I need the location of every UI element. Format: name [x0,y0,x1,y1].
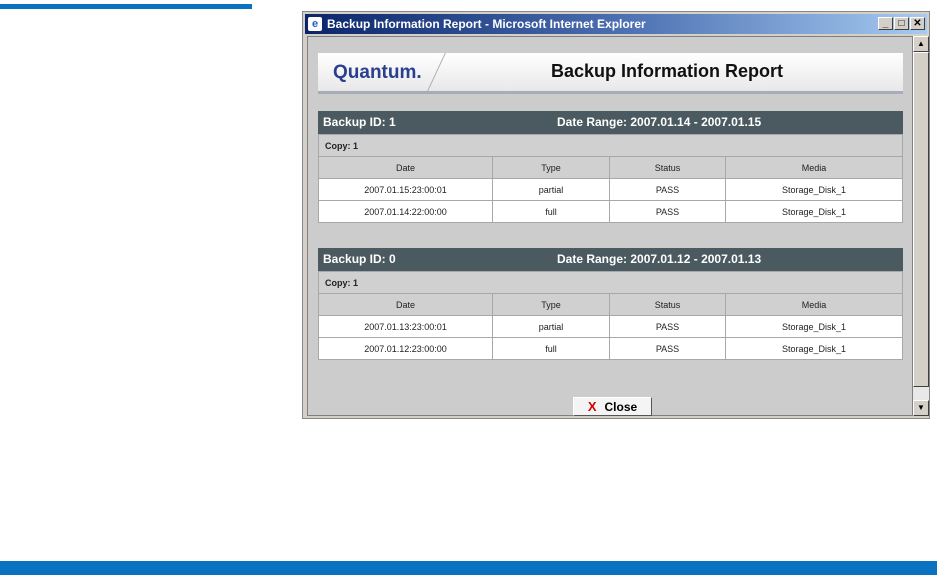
page-content: Quantum. Backup Information Report Backu… [307,36,913,416]
scroll-up-button[interactable]: ▲ [913,36,929,52]
column-header: Type [492,293,610,316]
maximize-button[interactable]: □ [894,17,909,30]
backup-section: Backup ID: 1 Date Range: 2007.01.14 - 200… [318,111,903,223]
browser-window: e Backup Information Report - Microsoft … [302,11,930,419]
copy-row: Copy: 1 [318,271,903,294]
ie-icon: e [308,17,322,31]
table-cell: Storage_Disk_1 [725,178,903,201]
scroll-down-button[interactable]: ▼ [913,400,929,416]
scroll-thumb[interactable] [913,52,929,387]
table-row: 2007.01.14:22:00:00 full PASS Storage_Disk_… [318,200,903,223]
table-cell: PASS [609,178,726,201]
window-title: Backup Information Report - Microsoft In… [327,17,646,31]
table-cell: 2007.01.13:23:00:01 [318,315,493,338]
backup-id: Backup ID: 0 [323,252,396,266]
table-row: 2007.01.13:23:00:01 partial PASS Storage_Di… [318,315,903,338]
table-header: Date Type Status Media [318,293,903,316]
table-cell: PASS [609,200,726,223]
vertical-scrollbar[interactable]: ▲ ▼ [913,36,929,416]
backup-header: Backup ID: 1 Date Range: 2007.01.14 - 200… [318,111,903,134]
backup-section: Backup ID: 0 Date Range: 2007.01.12 - 200… [318,248,903,360]
bottom-accent-bar [0,561,937,575]
backup-table: Copy: 1 Date Type Status Media 2007.01.13:23:… [318,271,903,360]
table-cell: Storage_Disk_1 [725,200,903,223]
copy-row: Copy: 1 [318,134,903,157]
column-header: Media [725,156,903,179]
top-accent-bar [0,4,252,9]
banner-divider [427,53,476,91]
minimize-button[interactable]: _ [878,17,893,30]
close-x-icon: X [587,399,597,414]
table-header: Date Type Status Media [318,156,903,179]
title-bar: e Backup Information Report - Microsoft … [305,14,927,34]
table-cell: PASS [609,315,726,338]
table-cell: full [492,337,610,360]
page-title: Backup Information Report [551,61,784,81]
date-range: Date Range: 2007.01.14 - 2007.01.15 [557,115,762,129]
quantum-logo: Quantum. [333,62,422,83]
table-row: 2007.01.15:23:00:01 partial PASS Storage_Di… [318,178,903,201]
report-banner: Quantum. Backup Information Report [318,53,903,94]
table-cell: 2007.01.14:22:00:00 [318,200,493,223]
close-label: Close [604,400,638,414]
table-cell: partial [492,178,610,201]
table-cell: full [492,200,610,223]
backup-table: Copy: 1 Date Type Status Media 2007.01.15:23:… [318,134,903,223]
column-header: Media [725,293,903,316]
column-header: Status [609,156,726,179]
column-header: Status [609,293,726,316]
table-cell: Storage_Disk_1 [725,337,903,360]
table-cell: PASS [609,337,726,360]
close-window-button[interactable]: ✕ [910,17,925,30]
backup-header: Backup ID: 0 Date Range: 2007.01.12 - 200… [318,248,903,271]
table-cell: 2007.01.15:23:00:01 [318,178,493,201]
table-cell: 2007.01.12:23:00:00 [318,337,493,360]
copy-label: Copy: 1 [318,134,903,157]
column-header: Type [492,156,610,179]
table-row: 2007.01.12:23:00:00 full PASS Storage_Disk_… [318,337,903,360]
column-header: Date [318,156,493,179]
close-button[interactable]: X Close [573,397,652,416]
column-header: Date [318,293,493,316]
backup-id: Backup ID: 1 [323,115,396,129]
copy-label: Copy: 1 [318,271,903,294]
table-cell: Storage_Disk_1 [725,315,903,338]
date-range: Date Range: 2007.01.12 - 2007.01.13 [557,252,762,266]
table-cell: partial [492,315,610,338]
